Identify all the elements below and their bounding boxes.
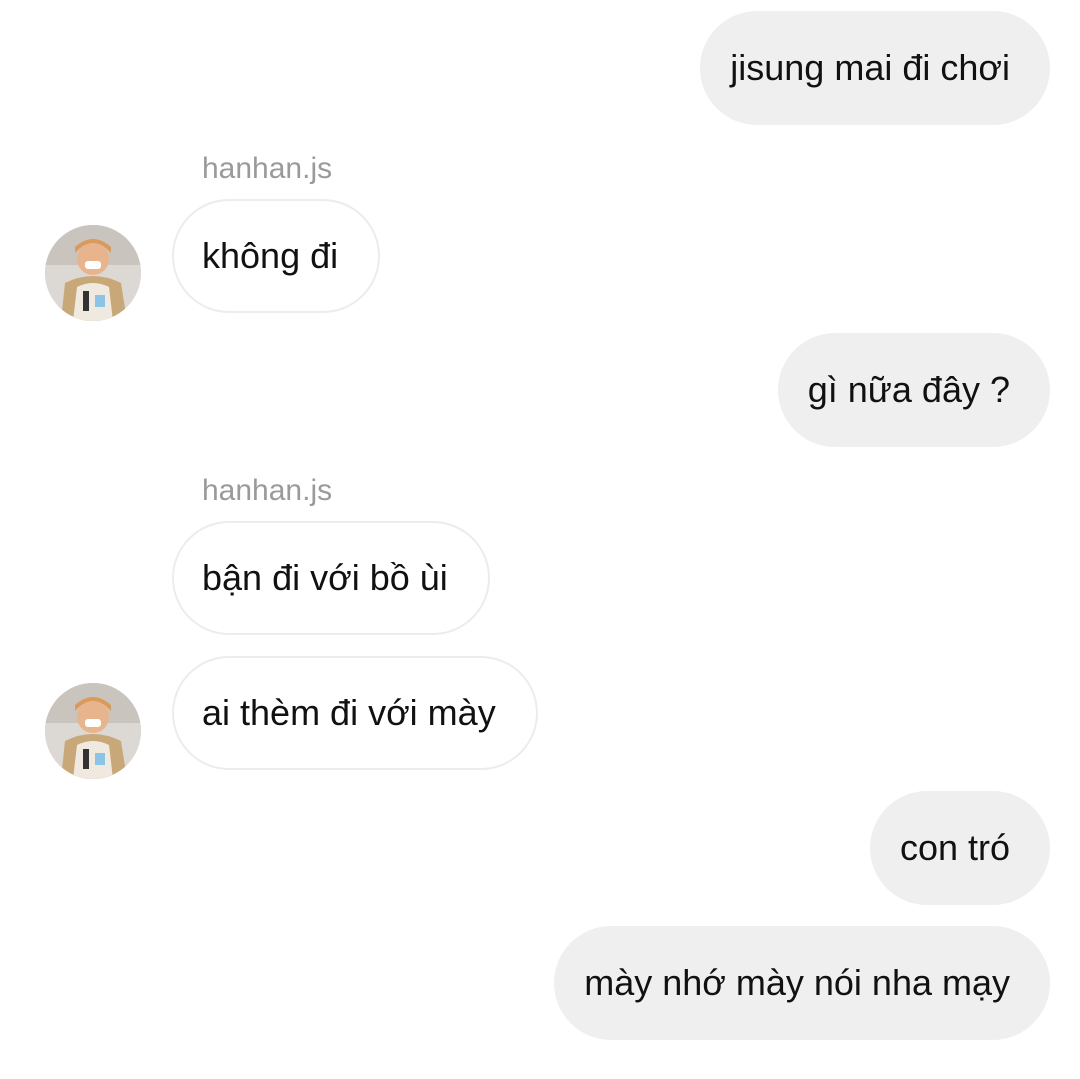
message-text: không đi (202, 235, 339, 276)
message-bubble-sent[interactable]: mày nhớ mày nói nha mạy (554, 926, 1050, 1040)
avatar-photo-icon (45, 683, 141, 779)
message-bubble-received[interactable]: bận đi với bồ ùi (172, 521, 490, 635)
message-text: jisung mai đi chơi (730, 47, 1010, 88)
message-bubble-received[interactable]: không đi (172, 199, 381, 313)
message-bubble-sent[interactable]: con tró (869, 791, 1050, 905)
sender-name[interactable]: hanhan.js (202, 152, 332, 186)
contact-avatar[interactable] (45, 683, 141, 779)
message-bubble-sent[interactable]: jisung mai đi chơi (700, 11, 1050, 125)
sender-name[interactable]: hanhan.js (202, 474, 332, 508)
message-text: mày nhớ mày nói nha mạy (584, 962, 1010, 1003)
message-text: gì nữa đây ? (807, 369, 1010, 410)
message-bubble-received[interactable]: ai thèm đi với mày (172, 656, 538, 770)
message-text: ai thèm đi với mày (202, 692, 496, 733)
message-text: bận đi với bồ ùi (202, 557, 448, 598)
message-text: con tró (899, 827, 1010, 868)
avatar-photo-icon (45, 225, 141, 321)
message-bubble-sent[interactable]: gì nữa đây ? (777, 333, 1050, 447)
contact-avatar[interactable] (45, 225, 141, 321)
